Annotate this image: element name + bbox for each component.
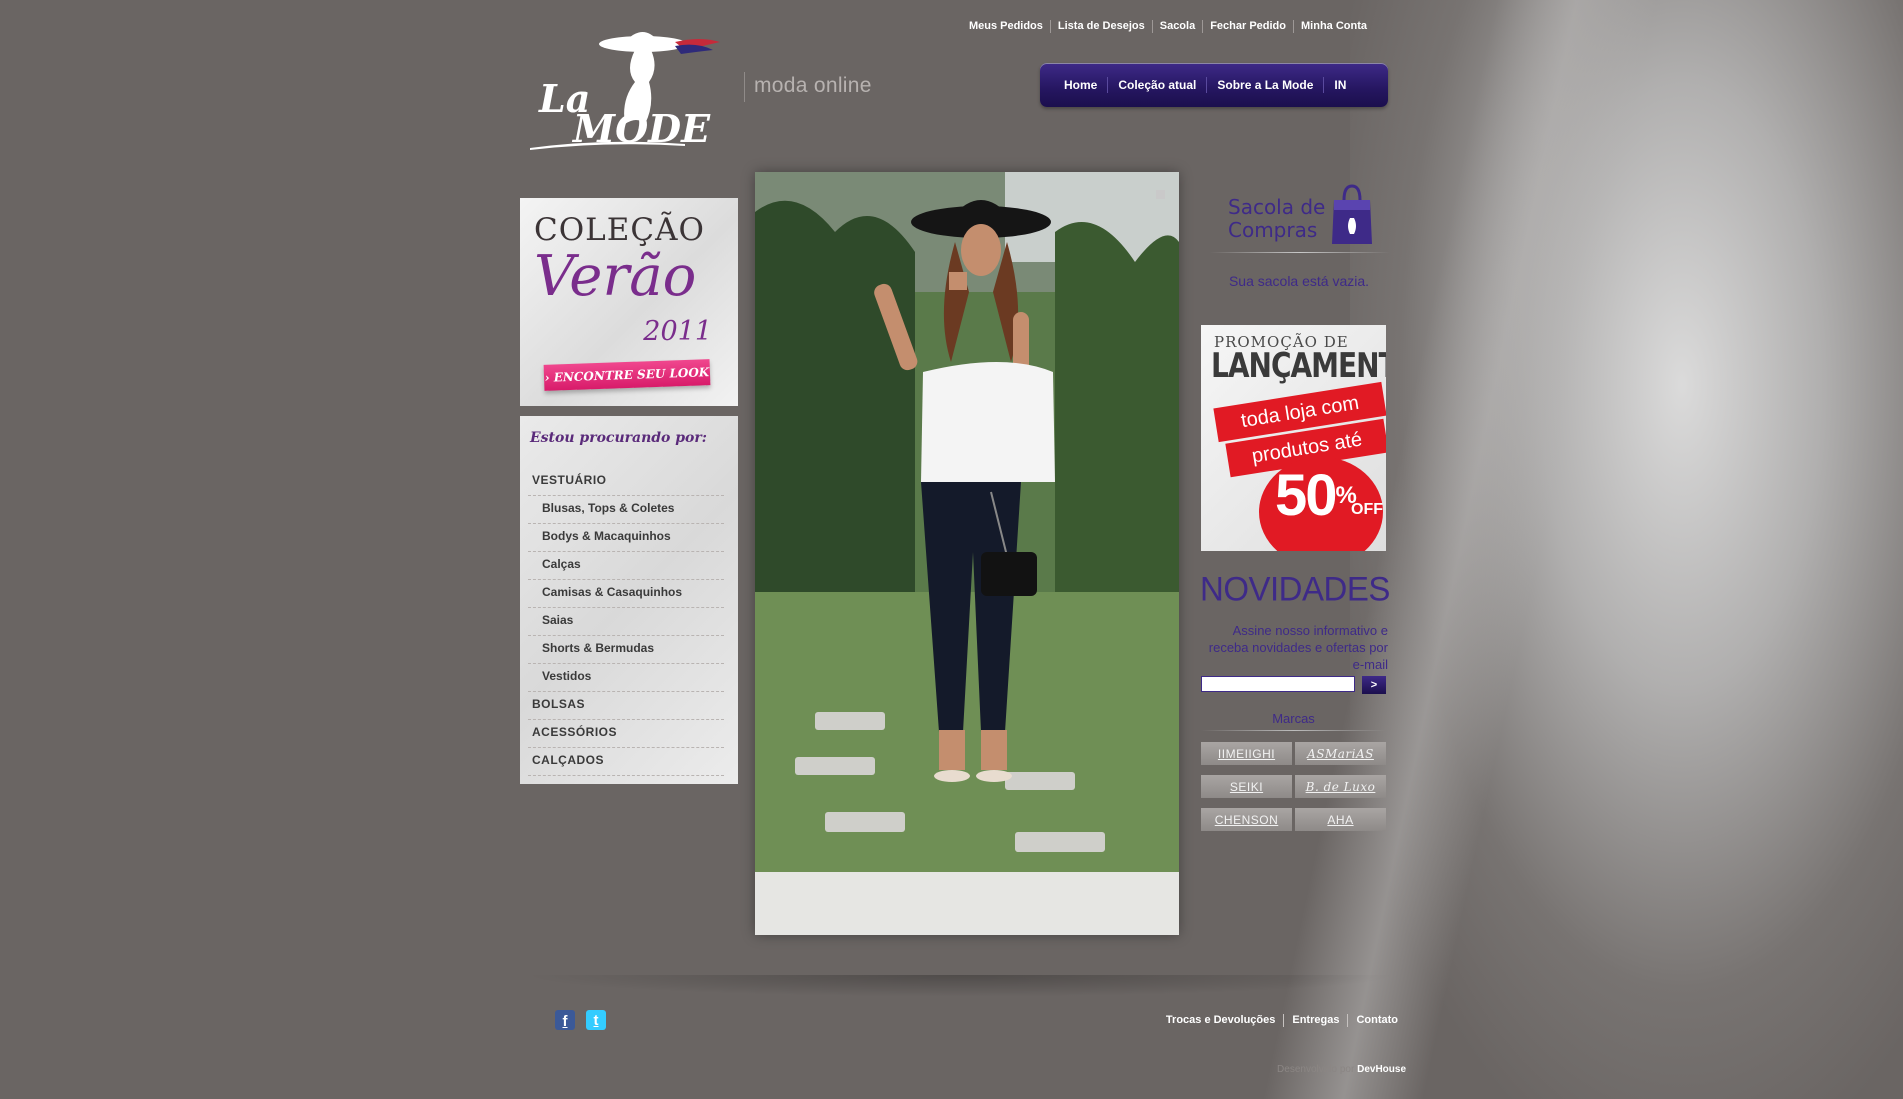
brands-title: Marcas	[1272, 711, 1315, 726]
promo-colecao-verao-banner[interactable]: COLEÇÃO Verão 2011 › ENCONTRE SEU LOOK	[520, 198, 738, 406]
category-list: VESTUÁRIO Blusas, Tops & Coletes Bodys &…	[528, 468, 724, 776]
slider-indicator[interactable]	[1156, 190, 1165, 199]
developer-credit: Desenvolvido por DevHouse	[1277, 1064, 1406, 1075]
tagline-divider	[744, 72, 745, 102]
category-bodys-macaquinhos[interactable]: Bodys & Macaquinhos	[528, 524, 724, 552]
cart-title: Sacola de Compras	[1228, 196, 1325, 242]
newsletter-description: Assine nosso informativo e receba novida…	[1208, 623, 1388, 672]
brand-aha[interactable]: AHA	[1295, 808, 1386, 831]
category-calcados[interactable]: CALÇADOS	[528, 748, 724, 776]
promo-discount-off: OFF	[1351, 501, 1383, 518]
newsletter-email-input[interactable]	[1201, 676, 1355, 692]
promo-discount-percent: 50%	[1275, 463, 1357, 528]
la-mode-logo[interactable]: La MODE	[525, 20, 740, 155]
top-utility-links: Meus Pedidos Lista de Desejos Sacola Fec…	[962, 20, 1374, 33]
footer-divider-shadow	[520, 975, 1400, 997]
category-calcas[interactable]: Calças	[528, 552, 724, 580]
promo-lancamento-line2: LANÇAMENTO	[1211, 345, 1386, 386]
cart-empty-message: Sua sacola está vazia.	[1228, 273, 1370, 289]
nav-colecao-atual[interactable]: Coleção atual	[1107, 77, 1206, 93]
category-saias[interactable]: Saias	[528, 608, 724, 636]
tagline: moda online	[754, 74, 872, 97]
brand-b-de-luxo[interactable]: B. de Luxo	[1295, 775, 1386, 798]
credit-devhouse-link[interactable]: DevHouse	[1357, 1064, 1406, 1075]
category-vestuario[interactable]: VESTUÁRIO	[528, 468, 724, 496]
category-menu: Estou procurando por: VESTUÁRIO Blusas, …	[520, 416, 738, 784]
credit-prefix: Desenvolvido por	[1277, 1064, 1355, 1075]
brand-chenson[interactable]: CHENSON	[1201, 808, 1292, 831]
category-vestidos[interactable]: Vestidos	[528, 664, 724, 692]
cart-title-line2: Compras	[1228, 218, 1318, 242]
promo-verao-year: 2011	[643, 316, 712, 347]
link-contato[interactable]: Contato	[1347, 1014, 1406, 1027]
link-fechar-pedido[interactable]: Fechar Pedido	[1202, 20, 1293, 33]
cart-divider	[1210, 252, 1390, 253]
category-acessorios[interactable]: ACESSÓRIOS	[528, 720, 724, 748]
nav-home[interactable]: Home	[1054, 77, 1107, 93]
promo-lancamento-banner[interactable]: PROMOÇÃO DE LANÇAMENTO toda loja com pro…	[1201, 325, 1386, 551]
category-bolsas[interactable]: BOLSAS	[528, 692, 724, 720]
newsletter-submit-button[interactable]: >	[1362, 676, 1386, 694]
featured-photo[interactable]	[755, 172, 1179, 935]
link-entregas[interactable]: Entregas	[1283, 1014, 1347, 1027]
brand-seiki[interactable]: SEIKI	[1201, 775, 1292, 798]
link-trocas-devolucoes[interactable]: Trocas e Devoluções	[1158, 1014, 1283, 1027]
brands-grid: IIMEIIGHI ASMariAS SEIKI B. de Luxo CHEN…	[1201, 742, 1387, 831]
nav-sobre-la-mode[interactable]: Sobre a La Mode	[1206, 77, 1323, 93]
brands-divider	[1201, 730, 1386, 731]
encontre-seu-look-label: ENCONTRE SEU LOOK	[553, 365, 710, 385]
newsletter-title: NOVIDADES	[1200, 569, 1390, 608]
cart-title-line1: Sacola de	[1228, 195, 1326, 219]
category-shorts-bermudas[interactable]: Shorts & Bermudas	[528, 636, 724, 664]
shopping-bag-icon	[1332, 184, 1372, 244]
main-navigation: Home Coleção atual Sobre a La Mode IN	[1040, 63, 1388, 107]
chevron-right-icon: ›	[544, 370, 555, 385]
brand-asmarias[interactable]: ASMariAS	[1295, 742, 1386, 765]
fashion-model-photo	[755, 172, 1179, 935]
twitter-icon[interactable]: t	[586, 1010, 606, 1030]
link-meus-pedidos[interactable]: Meus Pedidos	[962, 20, 1050, 33]
promo-verao-season: Verão	[534, 244, 697, 309]
link-minha-conta[interactable]: Minha Conta	[1293, 20, 1374, 33]
site-container: Meus Pedidos Lista de Desejos Sacola Fec…	[520, 0, 1406, 1099]
facebook-icon[interactable]: f	[555, 1010, 575, 1030]
brand-imeighi[interactable]: IIMEIIGHI	[1201, 742, 1292, 765]
category-menu-title: Estou procurando por:	[530, 430, 707, 446]
category-blusas-tops-coletes[interactable]: Blusas, Tops & Coletes	[528, 496, 724, 524]
category-camisas-casaquinhos[interactable]: Camisas & Casaquinhos	[528, 580, 724, 608]
link-sacola[interactable]: Sacola	[1151, 20, 1202, 33]
nav-in[interactable]: IN	[1323, 77, 1356, 93]
encontre-seu-look-button[interactable]: › ENCONTRE SEU LOOK	[543, 359, 711, 391]
footer-links: Trocas e Devoluções Entregas Contato	[1158, 1014, 1406, 1027]
svg-text:MODE: MODE	[571, 106, 711, 151]
link-lista-de-desejos[interactable]: Lista de Desejos	[1049, 20, 1152, 33]
promo-verao-title: COLEÇÃO	[534, 212, 705, 248]
la-mode-logo-icon: La MODE	[530, 32, 720, 151]
